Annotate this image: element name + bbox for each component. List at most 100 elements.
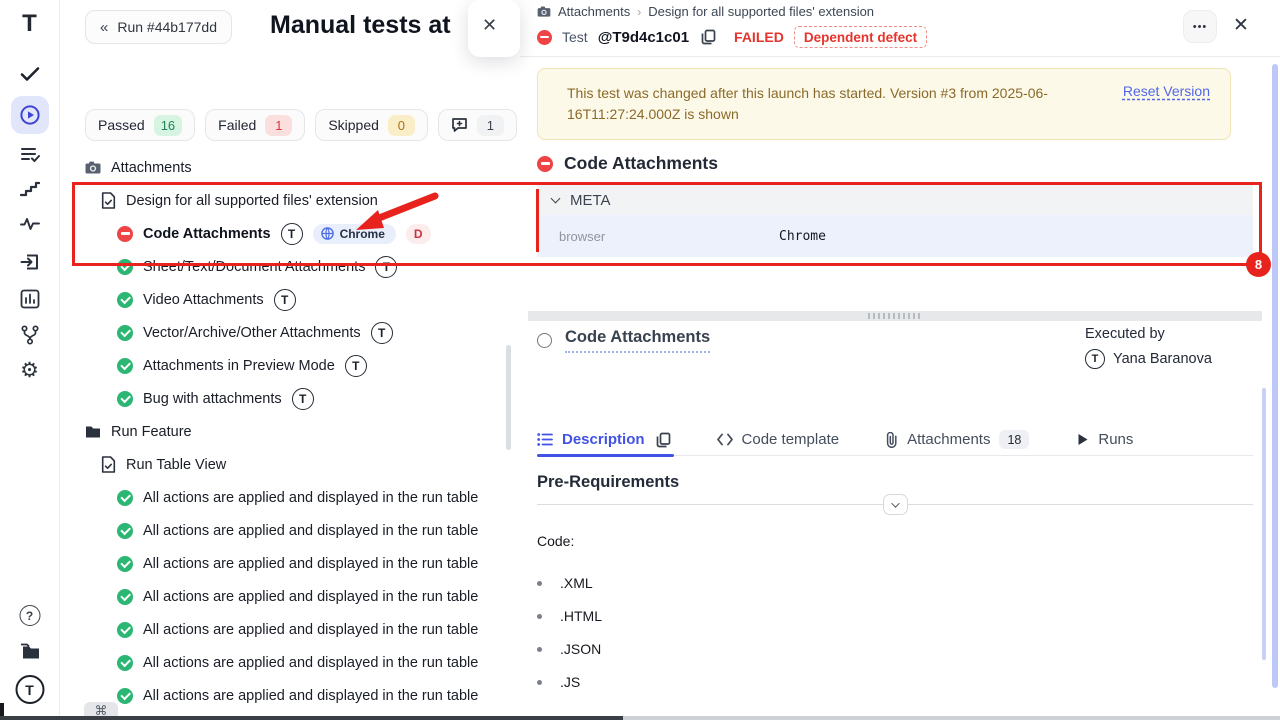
sidebar-item-analytics[interactable]	[20, 289, 40, 309]
sidebar-item-test-plans[interactable]	[20, 145, 40, 163]
filter-skipped-button[interactable]: Skipped 0	[315, 109, 428, 141]
tree-test-run-table-view[interactable]: Run Table View	[60, 448, 506, 481]
tree-step-vector-attachments[interactable]: Vector/Archive/Other Attachments T	[60, 316, 506, 349]
assignee-avatar[interactable]: T	[371, 322, 393, 344]
sidebar-item-branches[interactable]	[21, 325, 39, 345]
play-circle-icon	[19, 104, 41, 126]
tree-step-code-attachments[interactable]: Code Attachments T Chrome D	[60, 217, 506, 250]
tree-suite-run-feature[interactable]: Run Feature	[60, 415, 506, 448]
reset-version-link[interactable]: Reset Version	[1123, 83, 1210, 99]
overlay-close-card: ✕	[468, 0, 520, 57]
more-menu-button[interactable]: •••	[1183, 10, 1217, 43]
passed-status-icon	[117, 622, 133, 638]
assignee-avatar[interactable]: T	[375, 256, 397, 278]
assignee-avatar[interactable]: T	[292, 388, 314, 410]
step-label: All actions are applied and displayed in…	[143, 622, 478, 638]
sidebar-item-runs[interactable]	[11, 96, 49, 134]
tree-step-run-table-5[interactable]: All actions are applied and displayed in…	[60, 613, 506, 646]
git-branch-icon	[21, 325, 39, 345]
pre-requirements-heading: Pre-Requirements	[537, 473, 679, 492]
close-icon[interactable]: ✕	[1233, 14, 1249, 37]
tree-step-run-table-1[interactable]: All actions are applied and displayed in…	[60, 481, 506, 514]
defect-badge[interactable]: D	[406, 224, 431, 244]
step-label: All actions are applied and displayed in…	[143, 589, 478, 605]
suite-label: Attachments	[111, 160, 192, 176]
tree-step-video-attachments[interactable]: Video Attachments T	[60, 283, 506, 316]
browser-badge[interactable]: Chrome	[313, 224, 396, 244]
tree-step-run-table-2[interactable]: All actions are applied and displayed in…	[60, 514, 506, 547]
sidebar-item-docs[interactable]	[19, 642, 41, 659]
test-title-row: Test @T9d4c1c01 FAILED Dependent defect	[537, 26, 927, 48]
step-heading: Code Attachments	[537, 328, 710, 353]
tab-runs[interactable]: Runs	[1077, 431, 1133, 448]
meta-title: META	[570, 192, 611, 209]
collapse-section-button[interactable]	[883, 494, 908, 515]
meta-key: browser	[537, 229, 779, 244]
list-item-text: .HTML	[560, 608, 602, 624]
copy-test-id-icon[interactable]	[701, 29, 716, 45]
filter-passed-button[interactable]: Passed 16	[85, 109, 195, 141]
tab-attachments[interactable]: Attachments 18	[885, 430, 1029, 449]
tree-step-sheet-attachments[interactable]: Sheet/Text/Document Attachments T	[60, 250, 506, 283]
tree-step-preview-mode[interactable]: Attachments in Preview Mode T	[60, 349, 506, 382]
list-item: .JS	[537, 674, 580, 690]
check-icon	[20, 66, 40, 82]
step-title-link[interactable]: Code Attachments	[565, 328, 710, 353]
assignee-avatar[interactable]: T	[281, 223, 303, 245]
panel-resize-handle[interactable]	[528, 311, 1262, 321]
tree-suite-attachments[interactable]: Attachments	[60, 151, 506, 184]
pulse-icon	[20, 217, 40, 231]
bar-chart-icon	[20, 289, 40, 309]
unexecuted-status-icon	[537, 333, 552, 348]
breadcrumb-root[interactable]: Attachments	[558, 4, 630, 19]
tree-step-run-table-6[interactable]: All actions are applied and displayed in…	[60, 646, 506, 679]
tree-test-design-extensions[interactable]: Design for all supported files' extensio…	[60, 184, 506, 217]
sidebar-item-tests[interactable]	[20, 66, 40, 82]
sidebar-item-steps[interactable]	[20, 181, 40, 197]
meta-section: META browser Chrome	[537, 185, 1253, 257]
bullet-icon	[537, 581, 542, 586]
filter-comments-button[interactable]: 1	[438, 109, 517, 141]
meta-header[interactable]: META	[537, 185, 1253, 215]
tree-step-run-table-3[interactable]: All actions are applied and displayed in…	[60, 547, 506, 580]
close-icon[interactable]: ✕	[482, 15, 497, 36]
tree-step-run-table-7[interactable]: All actions are applied and displayed in…	[60, 679, 506, 712]
assignee-avatar[interactable]: T	[274, 289, 296, 311]
tab-code-template[interactable]: Code template	[717, 431, 840, 448]
panel-scrollbar[interactable]	[1272, 64, 1278, 688]
passed-status-icon	[117, 358, 133, 374]
filter-failed-button[interactable]: Failed 1	[205, 109, 305, 141]
gear-icon[interactable]: ⚙	[20, 358, 39, 383]
tree-step-bug-attachments[interactable]: Bug with attachments T	[60, 382, 506, 415]
content-scrollbar[interactable]	[1262, 388, 1266, 660]
sidebar-item-import[interactable]	[20, 252, 40, 272]
tab-description[interactable]: Description	[537, 431, 645, 448]
camera-icon	[85, 161, 101, 174]
assignee-avatar[interactable]: T	[345, 355, 367, 377]
code-label: Code:	[537, 533, 574, 549]
step-label: Video Attachments	[143, 292, 264, 308]
run-button-label: Run #44b177dd	[117, 19, 217, 35]
bullet-icon	[537, 614, 542, 619]
banner-message: This test was changed after this launch …	[567, 83, 1139, 125]
testomat-logo-icon[interactable]: T	[22, 10, 37, 38]
list-item-text: .JS	[560, 674, 580, 690]
sidebar-item-pulse[interactable]	[20, 217, 40, 231]
help-icon[interactable]: ?	[19, 605, 40, 626]
detail-tabs: Description Code template Attachments 18	[537, 424, 1253, 456]
copy-description-icon[interactable]	[656, 432, 671, 448]
list-item-text: .JSON	[560, 641, 601, 657]
bottom-strip-dark	[0, 716, 623, 720]
tree-step-run-table-4[interactable]: All actions are applied and displayed in…	[60, 580, 506, 613]
chevron-down-icon	[551, 194, 561, 204]
dependent-defect-badge[interactable]: Dependent defect	[794, 26, 927, 48]
status-badge: FAILED	[734, 29, 784, 45]
profile-logo-icon[interactable]: T	[15, 675, 44, 704]
test-tree: Attachments Design for all supported fil…	[60, 151, 506, 712]
skipped-label: Skipped	[328, 117, 379, 133]
left-panel-scrollbar[interactable]	[506, 345, 511, 450]
executor-avatar[interactable]: T	[1085, 349, 1105, 369]
back-to-run-button[interactable]: « Run #44b177dd	[85, 10, 232, 44]
passed-status-icon	[117, 259, 133, 275]
failed-status-icon	[117, 226, 133, 242]
